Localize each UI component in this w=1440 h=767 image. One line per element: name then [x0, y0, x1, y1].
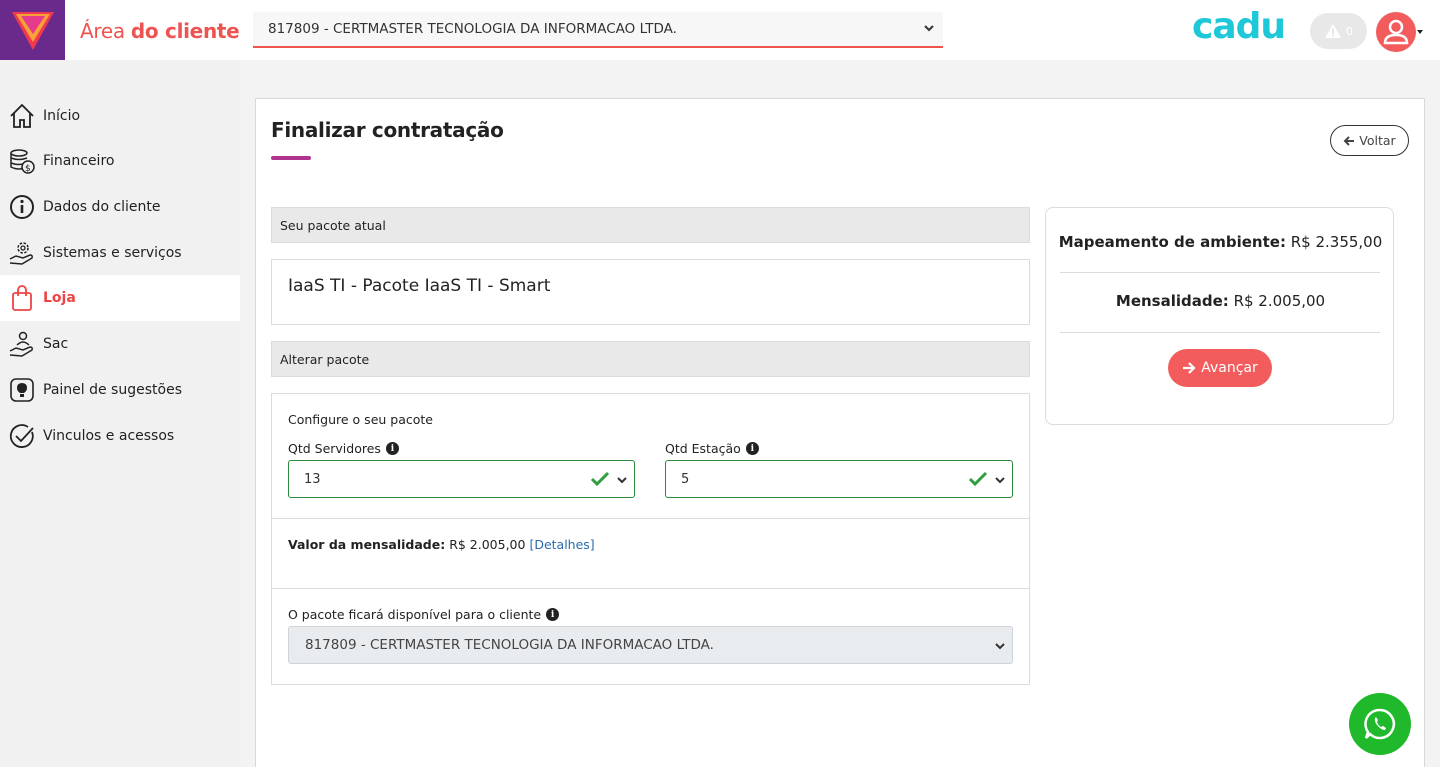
- divider: [271, 518, 1030, 519]
- sidebar-item-label: Financeiro: [43, 153, 115, 169]
- mapping-row: Mapeamento de ambiente: R$ 2.355,00: [1046, 233, 1395, 251]
- configure-label-text: Configure o seu pacote: [288, 412, 433, 427]
- stations-label-text: Qtd Estação: [665, 441, 741, 456]
- arrow-right-icon: [1183, 362, 1196, 374]
- hand-support-icon: [7, 329, 37, 359]
- divider: [271, 588, 1030, 589]
- whatsapp-button[interactable]: [1349, 693, 1411, 755]
- logo-icon: [12, 12, 54, 50]
- sidebar-item-inicio[interactable]: Início: [0, 93, 240, 139]
- sidebar-item-label: Painel de sugestões: [43, 382, 182, 398]
- sidebar-item-vinculos-e-acessos[interactable]: Vinculos e acessos: [0, 413, 240, 459]
- logo[interactable]: [0, 0, 65, 60]
- lightbulb-icon: [7, 375, 37, 405]
- arrow-left-icon: [1343, 135, 1355, 146]
- valid-check-icon: [968, 471, 988, 487]
- availability-label: O pacote ficará disponível para o client…: [288, 607, 560, 622]
- sidebar-item-label: Sac: [43, 336, 69, 352]
- info-icon[interactable]: i: [546, 608, 560, 621]
- alerts-button[interactable]: 0: [1310, 13, 1367, 49]
- page-title: Finalizar contratação: [271, 118, 504, 142]
- stations-label: Qtd Estação i: [665, 441, 759, 456]
- availability-select[interactable]: 817809 - CERTMASTER TECNOLOGIA DA INFORM…: [288, 626, 1013, 664]
- summary-monthly-value: R$ 2.005,00: [1233, 292, 1326, 310]
- current-package-header: Seu pacote atual: [271, 207, 1030, 243]
- info-icon: [7, 192, 37, 222]
- sidebar-item-label: Vinculos e acessos: [43, 428, 175, 444]
- whatsapp-icon: [1364, 708, 1396, 740]
- advance-button[interactable]: Avançar: [1168, 349, 1272, 387]
- top-header: Área do cliente 817809 - CERTMASTER TECN…: [0, 0, 1440, 60]
- sidebar-item-sistemas-e-servicos[interactable]: Sistemas e serviços: [0, 230, 240, 276]
- sidebar-item-label: Sistemas e serviços: [43, 245, 182, 261]
- details-link[interactable]: [Detalhes]: [529, 537, 594, 552]
- advance-button-label: Avançar: [1201, 360, 1258, 376]
- sidebar-item-label: Loja: [43, 290, 76, 306]
- shopping-bag-icon: [7, 283, 37, 313]
- app-title: Área do cliente: [80, 19, 240, 43]
- divider: [1060, 272, 1380, 273]
- monthly-label: Valor da mensalidade:: [288, 537, 446, 552]
- monthly-row: Mensalidade: R$ 2.005,00: [1046, 292, 1395, 310]
- monthly-value: R$ 2.005,00: [449, 537, 526, 552]
- current-package-name: IaaS TI - Pacote IaaS TI - Smart: [288, 276, 551, 296]
- home-icon: [7, 101, 37, 131]
- stations-select[interactable]: 5: [665, 460, 1013, 498]
- servers-select-value: 13: [304, 471, 321, 487]
- summary-monthly-label: Mensalidade:: [1115, 292, 1229, 310]
- servers-label-text: Qtd Servidores: [288, 441, 381, 456]
- sidebar-item-financeiro[interactable]: $ Financeiro: [0, 138, 240, 184]
- servers-select[interactable]: 13: [288, 460, 635, 498]
- mapping-label: Mapeamento de ambiente:: [1058, 233, 1286, 251]
- chevron-down-icon: [617, 477, 627, 484]
- sidebar-item-label: Dados do cliente: [43, 199, 161, 215]
- svg-text:$: $: [25, 164, 31, 174]
- sidebar-item-loja[interactable]: Loja: [0, 275, 240, 321]
- stations-select-value: 5: [681, 471, 690, 487]
- info-icon[interactable]: i: [385, 442, 399, 455]
- chevron-down-icon: [924, 25, 934, 32]
- coins-icon: $: [7, 146, 37, 176]
- client-select[interactable]: 817809 - CERTMASTER TECNOLOGIA DA INFORM…: [253, 12, 943, 48]
- change-package-header: Alterar pacote: [271, 341, 1030, 377]
- sidebar: Início $ Financeiro Dados do cliente Sis…: [0, 60, 240, 767]
- valid-check-icon: [590, 471, 610, 487]
- app-title-prefix: Área: [80, 19, 125, 43]
- sidebar-item-dados-do-cliente[interactable]: Dados do cliente: [0, 184, 240, 230]
- info-icon[interactable]: i: [745, 442, 759, 455]
- back-button[interactable]: Voltar: [1330, 125, 1409, 156]
- app-title-suffix: do cliente: [130, 19, 240, 43]
- brand-logo: cadu: [1192, 6, 1286, 47]
- sidebar-item-sac[interactable]: Sac: [0, 321, 240, 367]
- chevron-down-icon: [995, 643, 1005, 650]
- user-menu-caret-icon[interactable]: [1417, 30, 1423, 34]
- title-underline: [271, 156, 311, 160]
- divider: [1060, 332, 1380, 333]
- configure-label: Configure o seu pacote: [288, 412, 433, 427]
- sidebar-item-painel-de-sugestoes[interactable]: Painel de sugestões: [0, 367, 240, 413]
- back-button-label: Voltar: [1359, 133, 1396, 148]
- availability-label-text: O pacote ficará disponível para o client…: [288, 607, 542, 622]
- alert-count: 0: [1346, 24, 1353, 38]
- check-circle-icon: [7, 421, 37, 451]
- client-select-value: 817809 - CERTMASTER TECNOLOGIA DA INFORM…: [268, 21, 677, 37]
- availability-select-value: 817809 - CERTMASTER TECNOLOGIA DA INFORM…: [305, 637, 714, 653]
- user-avatar[interactable]: [1376, 12, 1416, 52]
- user-icon: [1383, 19, 1409, 45]
- monthly-value-line: Valor da mensalidade: R$ 2.005,00 [Detal…: [288, 537, 595, 552]
- servers-label: Qtd Servidores i: [288, 441, 399, 456]
- warning-icon: [1325, 24, 1341, 38]
- sidebar-item-label: Início: [43, 108, 81, 124]
- order-summary: Mapeamento de ambiente: R$ 2.355,00 Mens…: [1045, 207, 1394, 425]
- mapping-value: R$ 2.355,00: [1290, 233, 1383, 251]
- chevron-down-icon: [995, 477, 1005, 484]
- gear-hand-icon: [7, 238, 37, 268]
